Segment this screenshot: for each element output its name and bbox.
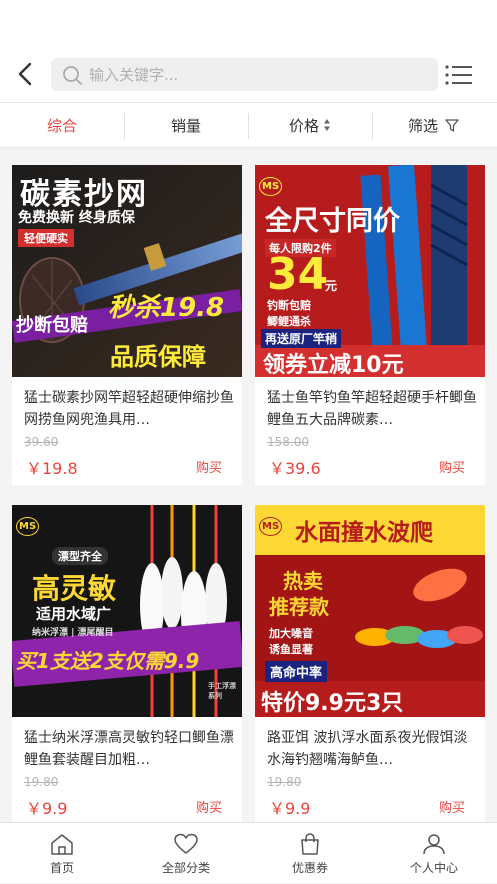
banner-promo-right: 秒杀19.8 <box>108 293 225 323</box>
banner-hot-1: 热卖 <box>283 569 323 593</box>
sale-price: ￥39.6 <box>269 459 321 478</box>
banner-small: 纳米浮漂 | 漂尾醒目 <box>32 628 114 638</box>
banner-feature-2: 鲫鲤通杀 <box>267 315 311 328</box>
tab-sales[interactable]: 销量 <box>124 103 248 147</box>
product-image[interactable]: MS 全尺寸同价 每人限购2件 34 元 钓断包赔 鲫鲤通杀 再送原厂竿稍 领券… <box>255 165 485 377</box>
banner-feature-1: 加大噪音 <box>269 627 313 640</box>
banner-promo-bottom: 品质保障 <box>110 343 206 371</box>
brand-logo: MS <box>16 517 40 536</box>
buy-button[interactable]: 购买 <box>196 457 222 476</box>
brand-logo: MS <box>259 177 283 196</box>
product-title[interactable]: 路亚饵 波扒浮水面系夜光假饵淡水海钓翘嘴海鲈鱼… <box>267 727 477 771</box>
sort-tabs: 综合 销量 价格 筛选 <box>0 102 497 148</box>
nav-coupons[interactable]: 优惠券 <box>248 823 372 884</box>
tab-label: 筛选 <box>407 116 438 135</box>
banner-gift: 再送原厂竿稍 <box>261 329 342 348</box>
banner-bottom: 领券立减10元 <box>263 353 404 377</box>
nav-home[interactable]: 首页 <box>0 823 124 884</box>
bottom-navigation: 首页 全部分类 优惠券 个人中心 <box>0 822 497 883</box>
sale-price: ￥19.8 <box>26 459 78 478</box>
product-card[interactable]: MS 水面撞水波爬 热卖 推荐款 加大噪音 诱鱼显著 高命中率 特价9.9元3只… <box>255 505 485 825</box>
tab-comprehensive[interactable]: 综合 <box>0 103 124 147</box>
tab-filter[interactable]: 筛选 <box>372 103 496 147</box>
banner-tag: 轻便硬实 <box>18 229 74 247</box>
nav-label: 优惠券 <box>291 861 328 875</box>
top-bar <box>0 0 497 102</box>
tab-price[interactable]: 价格 <box>248 103 372 147</box>
sort-arrows-icon <box>324 119 330 131</box>
buy-button[interactable]: 购买 <box>439 797 465 816</box>
original-price: 158.00 <box>267 435 309 449</box>
banner-headline: 全尺寸同价 <box>265 206 400 237</box>
nav-categories[interactable]: 全部分类 <box>124 823 248 884</box>
product-title[interactable]: 猛士纳米浮漂高灵敏钓轻口鲫鱼漂鲤鱼套装醒目加粗… <box>24 727 234 771</box>
brand-logo: MS <box>259 517 283 536</box>
buy-button[interactable]: 购买 <box>439 457 465 476</box>
sale-price: ￥9.9 <box>26 799 68 818</box>
banner-promo-left: 抄断包赔 <box>16 315 88 336</box>
tab-label: 价格 <box>288 116 319 135</box>
search-input[interactable] <box>89 58 429 91</box>
banner-price-number: 34 <box>267 249 329 300</box>
tab-label: 销量 <box>170 116 201 135</box>
search-icon <box>63 66 82 85</box>
nav-label: 全部分类 <box>161 861 210 875</box>
product-title[interactable]: 猛士鱼竿钓鱼竿超轻超硬手杆鲫鱼鲤鱼五大品牌碳素… <box>267 387 477 431</box>
banner-feature-2: 诱鱼显著 <box>269 643 313 656</box>
banner-rate: 高命中率 <box>265 661 328 682</box>
product-card[interactable]: MS 全尺寸同价 每人限购2件 34 元 钓断包赔 鲫鲤通杀 再送原厂竿稍 领券… <box>255 165 485 485</box>
product-title[interactable]: 猛士碳素抄网竿超轻超硬伸缩抄鱼网捞鱼网兜渔具用… <box>24 387 234 431</box>
nav-label: 个人中心 <box>409 861 458 875</box>
shopping-bag-icon <box>301 833 319 855</box>
product-image[interactable]: MS 漂型齐全 高灵敏 适用水域广 纳米浮漂 | 漂尾醒目 买1支送2支仅需9.… <box>12 505 242 717</box>
search-box[interactable] <box>51 58 438 91</box>
product-image[interactable]: MS 水面撞水波爬 热卖 推荐款 加大噪音 诱鱼显著 高命中率 特价9.9元3只 <box>255 505 485 717</box>
banner-feature-1: 钓断包赔 <box>267 299 311 312</box>
home-icon <box>51 834 73 855</box>
original-price: 19.80 <box>267 775 302 789</box>
buy-button[interactable]: 购买 <box>196 797 222 816</box>
list-menu-icon[interactable] <box>443 62 475 88</box>
banner-headline: 高灵敏 <box>32 572 117 605</box>
nav-label: 首页 <box>49 861 74 875</box>
nav-profile[interactable]: 个人中心 <box>372 823 496 884</box>
heart-icon <box>174 833 198 854</box>
filter-funnel-icon <box>445 119 459 132</box>
product-card[interactable]: MS 漂型齐全 高灵敏 适用水域广 纳米浮漂 | 漂尾醒目 买1支送2支仅需9.… <box>12 505 242 825</box>
banner-tag: 漂型齐全 <box>52 547 108 565</box>
back-arrow-icon[interactable] <box>12 56 40 92</box>
banner-price-unit: 元 <box>325 279 338 293</box>
banner-bottom: 买1支送2支仅需9.9 <box>16 649 200 673</box>
product-card[interactable]: 碳素抄网 免费换新 终身质保 轻便硬实 抄断包赔 秒杀19.8 品质保障 猛士碳… <box>12 165 242 485</box>
user-icon <box>423 834 445 855</box>
original-price: 19.80 <box>24 775 59 789</box>
sale-price: ￥9.9 <box>269 799 311 818</box>
banner-headline: 水面撞水波爬 <box>295 520 433 546</box>
tab-label: 综合 <box>46 116 77 135</box>
banner-side-label: 手工浮漂系列 <box>208 682 236 700</box>
original-price: 39.60 <box>24 435 59 449</box>
product-image[interactable]: 碳素抄网 免费换新 终身质保 轻便硬实 抄断包赔 秒杀19.8 品质保障 <box>12 165 242 377</box>
banner-bottom: 特价9.9元3只 <box>261 691 404 716</box>
banner-subtitle: 适用水域广 <box>36 605 112 623</box>
banner-subtitle: 免费换新 终身质保 <box>18 210 135 226</box>
banner-hot-2: 推荐款 <box>269 595 329 619</box>
